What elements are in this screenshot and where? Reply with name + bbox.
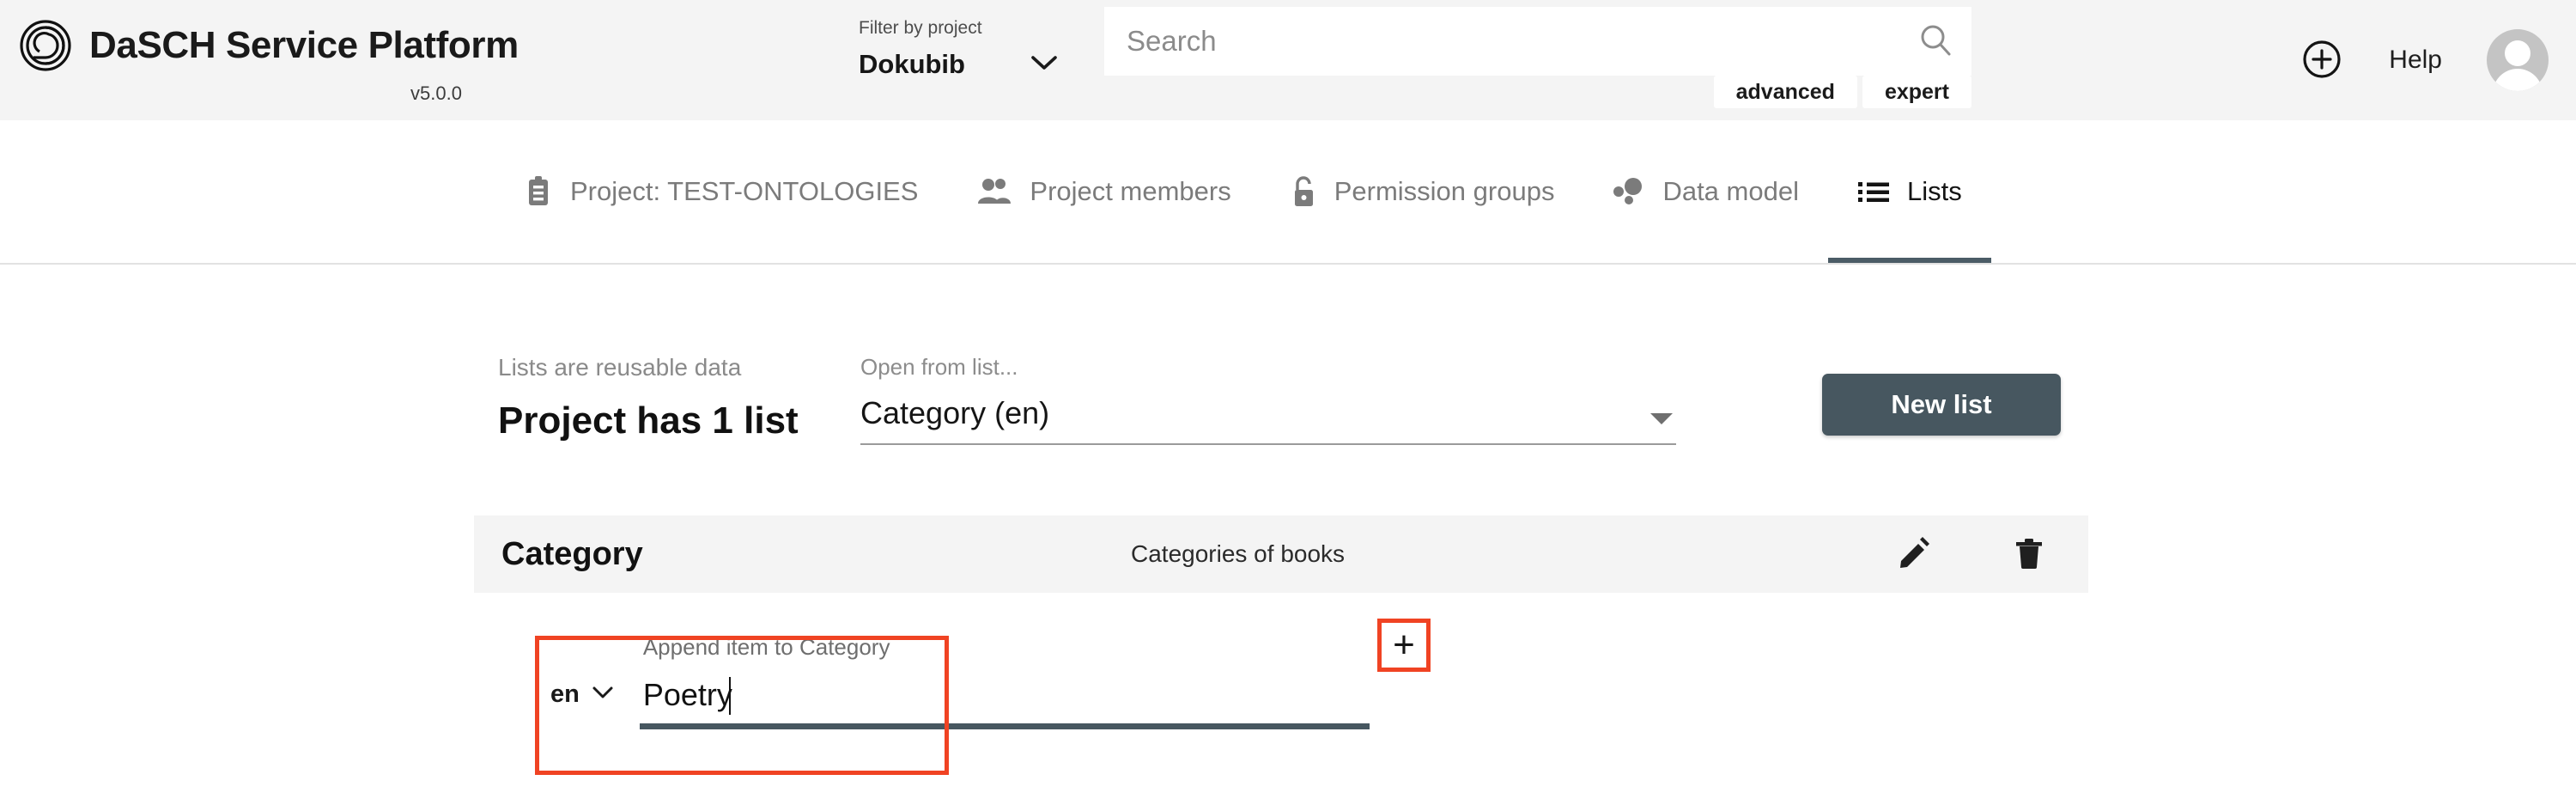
search-mode-buttons: advanced expert <box>1104 76 1971 112</box>
lists-intro-subtitle: Lists are reusable data <box>498 354 742 381</box>
search-input[interactable] <box>1104 25 1899 58</box>
plus-circle-icon <box>2302 40 2342 82</box>
app-header: DaSCH Service Platform v5.0.0 Filter by … <box>0 0 2576 120</box>
advanced-search-button[interactable]: advanced <box>1713 76 1857 108</box>
add-new-button[interactable] <box>2300 38 2344 82</box>
project-filter-value: Dokubib <box>859 49 965 79</box>
triangle-down-icon <box>1650 413 1673 424</box>
list-bullet-icon <box>1857 179 1890 204</box>
lists-intro: Lists are reusable data Project has 1 li… <box>498 356 799 440</box>
tab-data-model[interactable]: Data model <box>1583 120 1828 263</box>
project-tabbar: Project: TEST-ONTOLOGIES Project members <box>0 120 2576 265</box>
append-item-input[interactable] <box>639 677 1370 713</box>
append-item-label: Append item to Category <box>642 634 890 660</box>
data-model-bubbles-icon <box>1613 177 1645 206</box>
tab-project-ontologies[interactable]: Project: TEST-ONTOLOGIES <box>495 120 947 263</box>
help-link[interactable]: Help <box>2389 46 2442 75</box>
new-list-button[interactable]: New list <box>1822 374 2061 436</box>
clipboard-icon <box>524 175 553 208</box>
tab-label: Project: TEST-ONTOLOGIES <box>570 176 919 206</box>
brand[interactable]: DaSCH Service Platform <box>19 19 519 72</box>
app-version: v5.0.0 <box>410 82 462 104</box>
chevron-down-icon <box>1030 54 1058 76</box>
trash-delete-icon <box>2013 535 2045 574</box>
avatar[interactable] <box>2487 29 2549 91</box>
tab-permission-groups[interactable]: Permission groups <box>1261 120 1584 263</box>
list-name: Category <box>501 535 643 572</box>
pencil-edit-icon <box>1896 535 1932 574</box>
chevron-down-icon <box>592 686 614 704</box>
append-item-add-button[interactable]: + <box>1377 619 1431 672</box>
dasch-spiral-logo-icon <box>19 19 72 72</box>
plus-icon: + <box>1393 624 1415 666</box>
tab-label: Data model <box>1662 176 1799 206</box>
app-title: DaSCH Service Platform <box>89 24 519 66</box>
lists-intro-title: Project has 1 list <box>498 399 799 442</box>
text-caret <box>728 677 731 715</box>
tab-label: Permission groups <box>1334 176 1555 206</box>
avatar-head <box>2505 40 2530 66</box>
list-panel-actions <box>1894 534 2049 574</box>
list-panel-header: Category Categories of books <box>474 515 2088 593</box>
people-icon <box>976 177 1012 206</box>
header-actions: Help <box>2300 0 2555 120</box>
language-value: en <box>550 680 580 708</box>
tab-project-members[interactable]: Project members <box>947 120 1260 263</box>
project-filter[interactable]: Filter by project Dokubib <box>859 19 1073 80</box>
project-filter-label: Filter by project <box>859 18 982 38</box>
tab-lists[interactable]: Lists <box>1827 120 1991 263</box>
edit-list-button[interactable] <box>1894 534 1934 574</box>
avatar-body <box>2493 69 2543 91</box>
expert-search-button[interactable]: expert <box>1862 76 1971 108</box>
open-from-list-select[interactable]: Open from list... Category (en) <box>860 356 1676 445</box>
search-box <box>1104 7 1971 76</box>
open-from-list-value: Category (en) <box>860 395 1050 430</box>
unlock-icon <box>1290 174 1317 209</box>
tab-label: Project members <box>1030 176 1231 206</box>
language-select[interactable]: en <box>550 680 614 729</box>
open-from-list-control[interactable]: Category (en) <box>860 395 1676 445</box>
append-item-field: Append item to Category <box>639 634 1370 729</box>
delete-list-button[interactable] <box>2009 534 2049 574</box>
search-icon <box>1917 21 1954 62</box>
open-from-list-label: Open from list... <box>860 354 1018 380</box>
list-comment: Categories of books <box>1131 540 1346 567</box>
tab-label: Lists <box>1906 176 1962 206</box>
search-submit-button[interactable] <box>1899 7 1971 76</box>
